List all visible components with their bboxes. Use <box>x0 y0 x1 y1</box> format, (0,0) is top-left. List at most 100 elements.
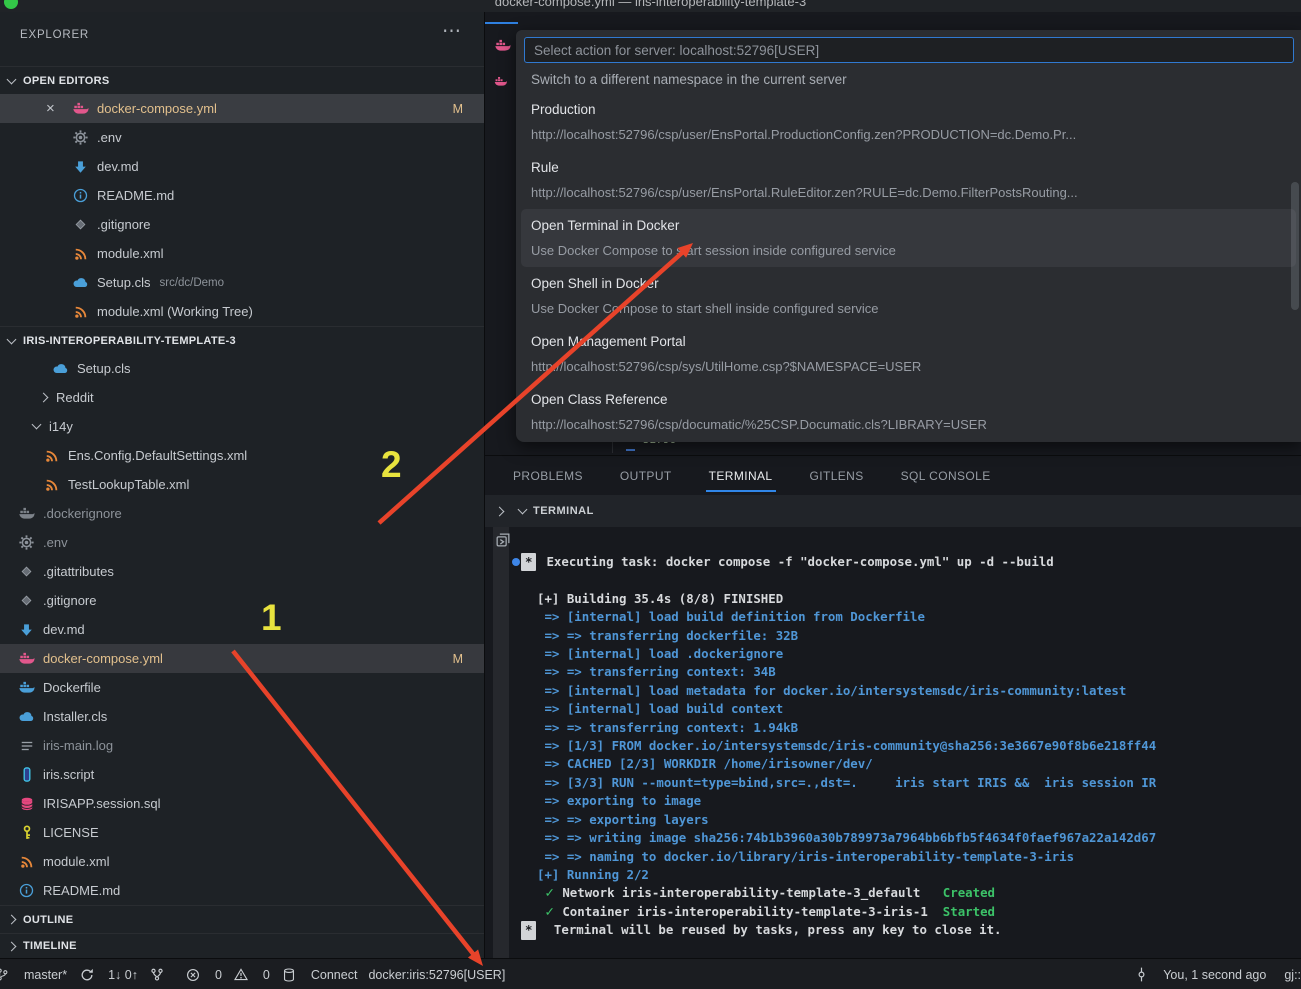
tab-problems[interactable]: PROBLEMS <box>513 469 583 483</box>
quickpick-item-description: Use Docker Compose to start shell inside… <box>531 296 1301 321</box>
file-name: .env <box>43 535 68 550</box>
section-timeline[interactable]: TIMELINE <box>0 933 484 958</box>
explorer-item[interactable]: i14y <box>0 412 484 441</box>
open-editor-item[interactable]: module.xml (Working Tree) <box>0 297 484 326</box>
window-title: docker-compose.yml — iris-interoperabili… <box>0 0 1301 9</box>
cloud-icon <box>18 711 35 722</box>
explorer-item[interactable]: .gitignore <box>0 586 484 615</box>
quickpick-input[interactable]: Select action for server: localhost:5279… <box>524 37 1294 63</box>
tab-terminal[interactable]: TERMINAL <box>709 469 773 483</box>
docker-icon <box>494 76 508 88</box>
open-editor-item[interactable]: module.xml <box>0 239 484 268</box>
problems-errors[interactable]: 0 <box>185 968 222 982</box>
quickpick-item-label: Open Class Reference <box>531 387 1301 412</box>
explorer-item[interactable]: Reddit <box>0 383 484 412</box>
terminal-line: ✓ Network iris-interoperability-template… <box>537 884 1301 902</box>
explorer-item[interactable]: .dockerignore <box>0 499 484 528</box>
section-project[interactable]: IRIS-INTEROPERABILITY-TEMPLATE-3 <box>0 326 484 354</box>
scrollbar[interactable] <box>1291 182 1299 310</box>
file-name: .gitignore <box>43 593 96 608</box>
chevron-right-icon <box>39 393 49 403</box>
active-tab-indicator <box>485 22 518 24</box>
quickpick-item[interactable]: Productionhttp://localhost:52796/csp/use… <box>516 93 1301 151</box>
explorer-item[interactable]: Ens.Config.DefaultSettings.xml <box>0 441 484 470</box>
explorer-item[interactable]: dev.md <box>0 615 484 644</box>
quickpick-item-label: Rule <box>531 155 1301 180</box>
file-name: LICENSE <box>43 825 99 840</box>
open-editor-item[interactable]: Setup.clssrc/dc/Demo <box>0 268 484 297</box>
chevron-right-icon <box>7 915 17 925</box>
file-name: dev.md <box>97 159 139 174</box>
quickpick-placeholder: Select action for server: localhost:5279… <box>534 43 819 58</box>
db-small-icon <box>281 968 298 982</box>
connect-button[interactable]: Connect <box>281 968 358 982</box>
server-status[interactable]: docker:iris:52796[USER] <box>368 968 505 982</box>
docker-gray-icon <box>18 506 35 521</box>
task-icon: * <box>521 553 536 571</box>
build-log-text: [+] Running 2/2 <box>537 867 649 882</box>
explorer-item[interactable]: README.md <box>0 876 484 905</box>
chevron-right-icon[interactable] <box>495 506 505 516</box>
section-open-editors[interactable]: OPEN EDITORS <box>0 66 484 94</box>
open-editor-item[interactable]: dev.md <box>0 152 484 181</box>
explorer-item[interactable]: Setup.cls <box>0 354 484 383</box>
problems-warnings[interactable]: 0 <box>233 968 270 982</box>
terminal-line: *Executing task: docker compose -f "dock… <box>521 553 1301 571</box>
tab-output[interactable]: OUTPUT <box>620 469 672 483</box>
explorer-item[interactable]: IRISAPP.session.sql <box>0 789 484 818</box>
sync-status[interactable]: 1↓ 0↑ <box>78 968 138 982</box>
source-graph-icon <box>149 967 166 982</box>
explorer-item[interactable]: Dockerfile <box>0 673 484 702</box>
explorer-item[interactable]: .env <box>0 528 484 557</box>
file-name: i14y <box>49 419 73 434</box>
explorer-item[interactable]: docker-compose.ymlM <box>0 644 484 673</box>
quickpick-item[interactable]: Open Management Portalhttp://localhost:5… <box>516 325 1301 383</box>
quickpick-item[interactable]: Open Class Referencehttp://localhost:527… <box>516 383 1301 441</box>
terminal-line: => [internal] load metadata for docker.i… <box>537 682 1301 700</box>
quickpick-item[interactable]: Open Shell in DockerUse Docker Compose t… <box>516 267 1301 325</box>
gj-status[interactable]: gj::loc <box>1284 968 1301 982</box>
quickpick-item-label: Production <box>531 97 1301 122</box>
file-name: iris.script <box>43 767 94 782</box>
quickpick-item[interactable]: Rulehttp://localhost:52796/csp/user/EnsP… <box>516 151 1301 209</box>
status-label: Network iris-interoperability-template-3… <box>555 885 943 900</box>
tab-gitlens[interactable]: GITLENS <box>810 469 864 483</box>
blame-status[interactable]: You, 1 second ago <box>1133 967 1266 982</box>
explorer-item[interactable]: .gitattributes <box>0 557 484 586</box>
chevron-down-icon[interactable] <box>518 504 528 514</box>
explorer-item[interactable]: TestLookupTable.xml <box>0 470 484 499</box>
terminal-line: [+] Running 2/2 <box>537 866 1301 884</box>
project-tree: Setup.clsReddit i14y Ens.Config.DefaultSet… <box>0 354 484 905</box>
open-editor-item[interactable]: README.md <box>0 181 484 210</box>
quickpick-partial-item[interactable]: Switch to a different namespace in the c… <box>531 72 847 87</box>
open-editor-item[interactable]: .gitignore <box>0 210 484 239</box>
bottom-panel: PROBLEMS OUTPUT TERMINAL GITLENS SQL CONSOLE… <box>485 455 1301 958</box>
status-label: master* <box>24 968 67 982</box>
quickpick-item[interactable]: Open Terminal in DockerUse Docker Compos… <box>521 209 1296 267</box>
explorer-item[interactable]: iris-main.log <box>0 731 484 760</box>
section-outline[interactable]: OUTLINE <box>0 905 484 933</box>
explorer-item[interactable]: iris.script <box>0 760 484 789</box>
status-value: Started <box>943 904 995 919</box>
explorer-item[interactable]: LICENSE <box>0 818 484 847</box>
chevron-right-icon <box>7 941 17 951</box>
more-actions-icon[interactable]: ⋯ <box>442 20 462 43</box>
close-icon[interactable]: × <box>46 102 72 116</box>
explorer-item[interactable]: Installer.cls <box>0 702 484 731</box>
terminal-section-label: TERMINAL <box>533 505 594 517</box>
markdown-down-icon <box>18 623 35 637</box>
terminal-content[interactable]: *Executing task: docker compose -f "dock… <box>485 527 1301 958</box>
file-name: Installer.cls <box>43 709 107 724</box>
diamond-icon <box>72 218 89 231</box>
quickpick-dropdown: Select action for server: localhost:5279… <box>516 30 1301 442</box>
open-editor-item[interactable]: ×docker-compose.ymlM <box>0 94 484 123</box>
check-icon: ✓ <box>544 904 554 919</box>
graph-button[interactable] <box>149 967 174 982</box>
open-editor-item[interactable]: .env <box>0 123 484 152</box>
branch-status[interactable]: master* <box>0 967 67 982</box>
explorer-item[interactable]: module.xml <box>0 847 484 876</box>
file-name: docker-compose.yml <box>43 651 163 666</box>
build-log-text: => => naming to docker.io/library/iris-i… <box>537 849 1074 864</box>
quickpick-item-label: Open Management Portal <box>531 329 1301 354</box>
tab-sql-console[interactable]: SQL CONSOLE <box>901 469 991 483</box>
